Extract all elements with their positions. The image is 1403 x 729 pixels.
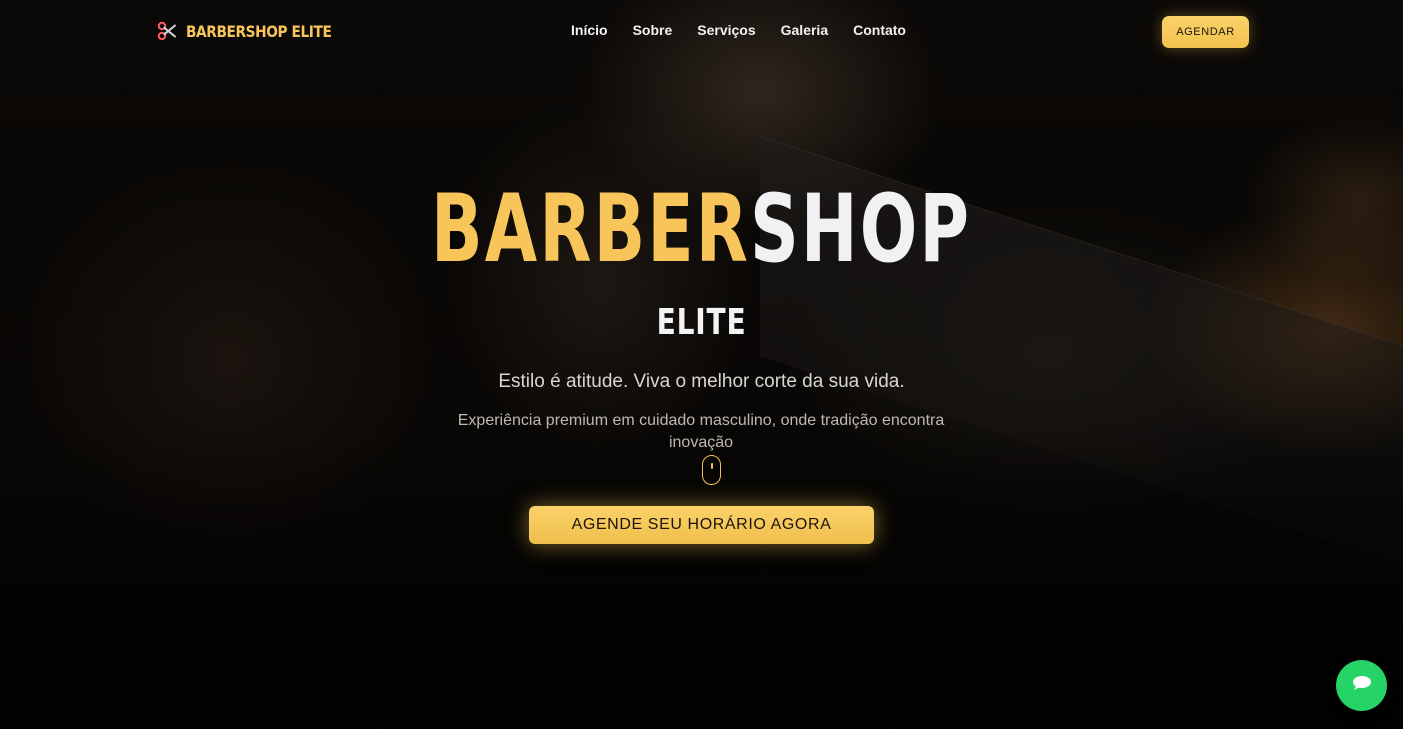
hero-description: Experiência premium em cuidado masculino… <box>457 412 945 451</box>
hero-title: BARBERSHOP <box>0 178 1403 282</box>
chat-bubble-icon <box>1351 674 1373 697</box>
nav-link-servicos[interactable]: Serviços <box>697 22 755 38</box>
nav-link-galeria[interactable]: Galeria <box>781 22 828 38</box>
chat-button[interactable] <box>1336 660 1387 711</box>
brand-logo[interactable]: BARBERSHOP ELITE <box>156 19 355 43</box>
hero-tagline: Estilo é atitude. Viva o melhor corte da… <box>498 371 905 392</box>
nav-link-contato[interactable]: Contato <box>853 22 906 38</box>
hero-overlay <box>0 0 1403 729</box>
hero-title-barber: BARBER <box>431 175 751 284</box>
mouse-wheel <box>711 463 713 469</box>
nav-link-sobre[interactable]: Sobre <box>633 22 673 38</box>
hero-subtitle-text: ELITE <box>656 302 747 343</box>
header-schedule-button[interactable]: AGENDAR <box>1162 16 1249 48</box>
nav-link-inicio[interactable]: Início <box>571 22 608 38</box>
hero-title-wrap: BARBERSHOP <box>431 178 971 282</box>
hero-subtitle: ELITE <box>0 302 1403 343</box>
hero-title-shop: SHOP <box>750 175 972 284</box>
site-header: BARBERSHOP ELITE Início Sobre Serviços G… <box>0 0 1403 62</box>
main-nav: Início Sobre Serviços Galeria Contato <box>571 22 906 38</box>
mouse-scroll-icon[interactable] <box>702 455 721 485</box>
scissors-icon <box>156 20 178 42</box>
hero-schedule-button[interactable]: AGENDE SEU HORÁRIO AGORA <box>529 506 874 544</box>
brand-name: BARBERSHOP ELITE <box>186 21 332 41</box>
